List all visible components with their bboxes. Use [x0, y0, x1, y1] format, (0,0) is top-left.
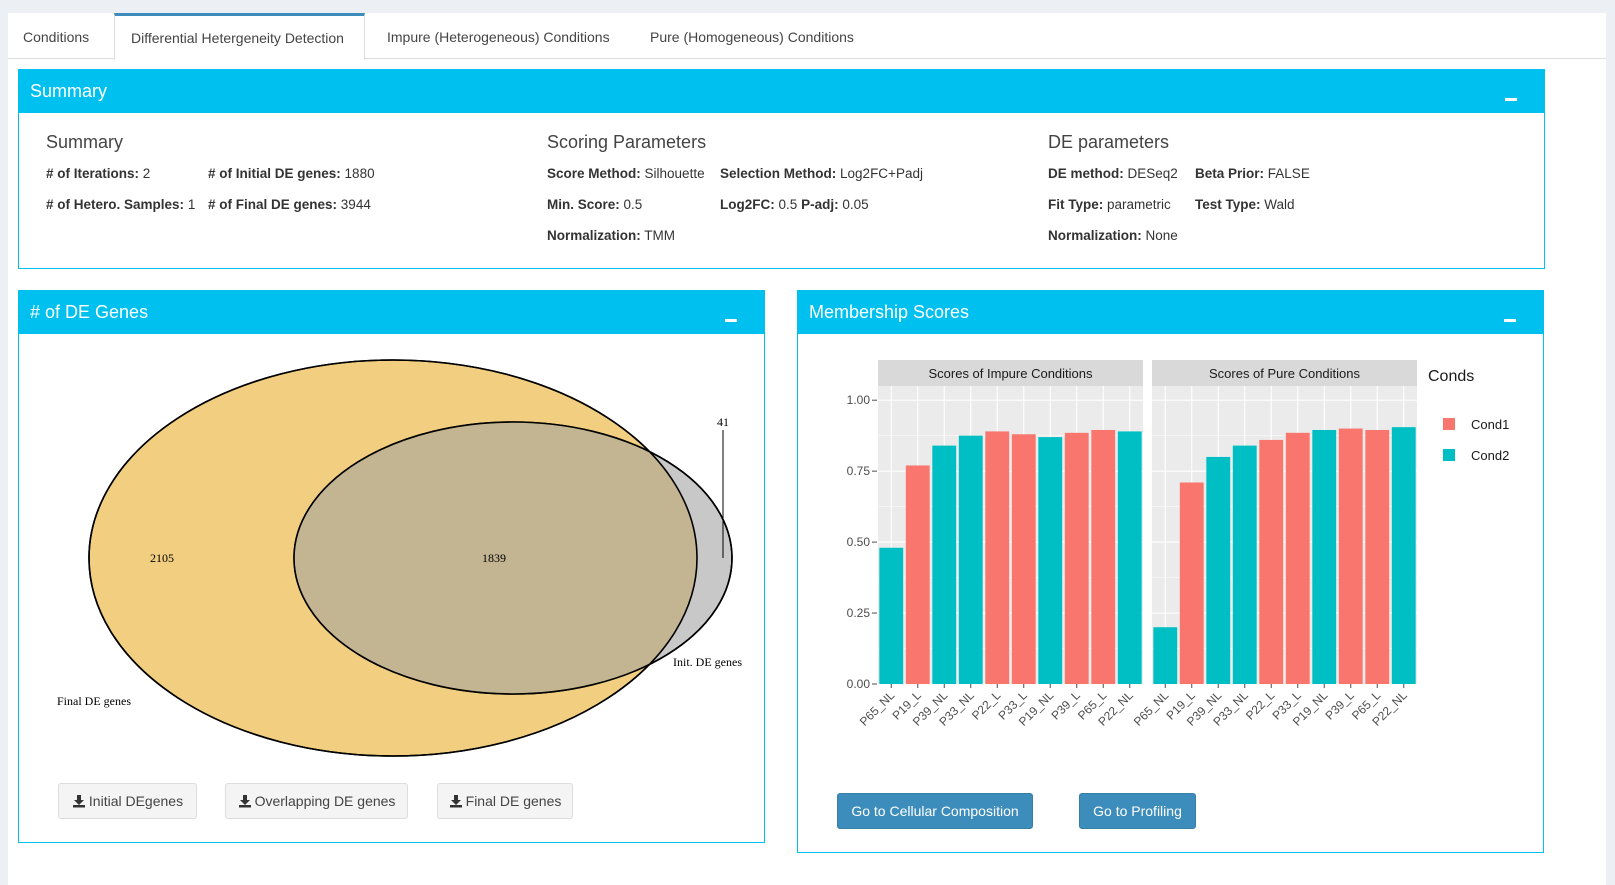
legend-swatch: [1443, 449, 1455, 461]
download-overlapping-button[interactable]: Overlapping DE genes: [225, 783, 408, 819]
collapse-de-genes-button[interactable]: [724, 304, 738, 324]
bar: [879, 547, 904, 684]
fit-type-field: Fit Type: parametric: [1048, 197, 1171, 212]
y-tick-label: 0.75: [847, 464, 871, 478]
y-tick-label: 0.25: [847, 606, 871, 620]
venn-diagram: 2105 1839 41 Final DE genes Init. DE gen…: [57, 359, 742, 757]
download-icon: [72, 795, 85, 808]
membership-box-title: Membership Scores: [809, 302, 970, 322]
x-tick-label: P39_L: [1048, 688, 1083, 723]
x-tick-label: P39_L: [1322, 688, 1357, 723]
bar: [1285, 432, 1310, 684]
score-method-field: Score Method: Silhouette: [547, 166, 705, 181]
log2fc-padj-field: Log2FC: 0.5 P-adj: 0.05: [720, 197, 869, 212]
bar: [1232, 445, 1257, 684]
summary-heading: Summary: [46, 132, 124, 152]
membership-box-header: Membership Scores: [798, 290, 1543, 334]
tab-bar: Conditions Differential Hetergeneity Det…: [8, 13, 1606, 60]
x-tick-label: P65_NL: [857, 688, 898, 729]
bar: [1153, 627, 1178, 684]
final-only-count: 2105: [150, 551, 174, 565]
final-de-field: # of Final DE genes: 3944: [208, 197, 371, 212]
de-normalization-field: Normalization: None: [1048, 228, 1178, 243]
go-to-cellular-composition-button[interactable]: Go to Cellular Composition: [837, 793, 1033, 829]
bar: [1064, 432, 1089, 684]
overlap-count: 1839: [482, 551, 506, 565]
bar: [1179, 482, 1204, 684]
download-icon: [238, 795, 251, 808]
bar: [1259, 439, 1284, 684]
test-type-field: Test Type: Wald: [1195, 197, 1295, 212]
summary-box-header: Summary: [19, 69, 1544, 113]
bar: [1117, 431, 1142, 684]
selection-method-field: Selection Method: Log2FC+Padj: [720, 166, 923, 181]
bar: [1365, 429, 1390, 684]
bar: [932, 445, 957, 684]
legend-label: Cond1: [1471, 417, 1509, 432]
bar: [1011, 434, 1036, 684]
go-to-profiling-button[interactable]: Go to Profiling: [1079, 793, 1196, 829]
initial-only-count: 41: [717, 415, 729, 429]
legend-swatch: [1443, 418, 1455, 430]
bar: [1391, 427, 1416, 684]
facet-title: Scores of Impure Conditions: [928, 366, 1093, 381]
hetero-samples-field: # of Hetero. Samples: 1: [46, 197, 196, 212]
legend-label: Cond2: [1471, 448, 1509, 463]
x-tick-label: P65_NL: [1131, 688, 1172, 729]
de-method-field: DE method: DESeq2: [1048, 166, 1178, 181]
final-de-label: Final DE genes: [57, 694, 131, 708]
bar: [985, 431, 1010, 684]
initial-de-label: Init. DE genes: [673, 655, 742, 669]
facet-title: Scores of Pure Conditions: [1209, 366, 1361, 381]
bar: [1206, 456, 1231, 684]
x-tick-label: P22_L: [1243, 688, 1278, 723]
y-tick-label: 1.00: [847, 393, 871, 407]
tab-pure-conditions[interactable]: Pure (Homogeneous) Conditions: [635, 13, 869, 59]
download-icon: [449, 795, 462, 808]
scoring-normalization-field: Normalization: TMM: [547, 228, 676, 243]
download-final-button[interactable]: Final DE genes: [437, 783, 573, 819]
de-genes-box-header: # of DE Genes: [19, 290, 764, 334]
bar: [958, 435, 983, 684]
iterations-field: # of Iterations: 2: [46, 166, 151, 181]
min-score-field: Min. Score: 0.5: [547, 197, 643, 212]
collapse-summary-button[interactable]: [1504, 83, 1518, 103]
x-tick-label: P22_L: [969, 688, 1004, 723]
y-tick-label: 0.50: [847, 535, 871, 549]
initial-de-field: # of Initial DE genes: 1880: [208, 166, 375, 181]
bar: [1091, 429, 1116, 684]
collapse-membership-button[interactable]: [1503, 304, 1517, 324]
summary-box-title: Summary: [30, 81, 108, 101]
beta-prior-field: Beta Prior: FALSE: [1195, 166, 1310, 181]
bar: [1338, 428, 1363, 684]
de-genes-box: # of DE Genes 2105 1839 41 Final DE gene…: [18, 290, 765, 843]
y-tick-label: 0.00: [847, 677, 871, 691]
membership-box: Membership Scores 0.00 0.25 0.50 0.75 1.00 Sc…: [797, 290, 1544, 853]
bar: [905, 465, 930, 684]
de-params-heading: DE parameters: [1048, 132, 1170, 152]
legend-title: Conds: [1428, 368, 1474, 385]
bar: [1312, 429, 1337, 684]
tab-impure-conditions[interactable]: Impure (Heterogeneous) Conditions: [372, 13, 625, 59]
tab-differential-heterogeneity[interactable]: Differential Hetergeneity Detection: [114, 13, 365, 60]
tab-conditions[interactable]: Conditions: [8, 13, 104, 59]
summary-box: Summary Summary # of Iterations: 2 # of …: [18, 69, 1545, 269]
bar: [1038, 437, 1063, 684]
download-initial-button[interactable]: Initial DEgenes: [58, 783, 197, 819]
membership-chart: 0.00 0.25 0.50 0.75 1.00 Scores of Impure Con…: [847, 360, 1509, 729]
de-genes-box-title: # of DE Genes: [30, 302, 149, 322]
scoring-heading: Scoring Parameters: [547, 132, 707, 152]
